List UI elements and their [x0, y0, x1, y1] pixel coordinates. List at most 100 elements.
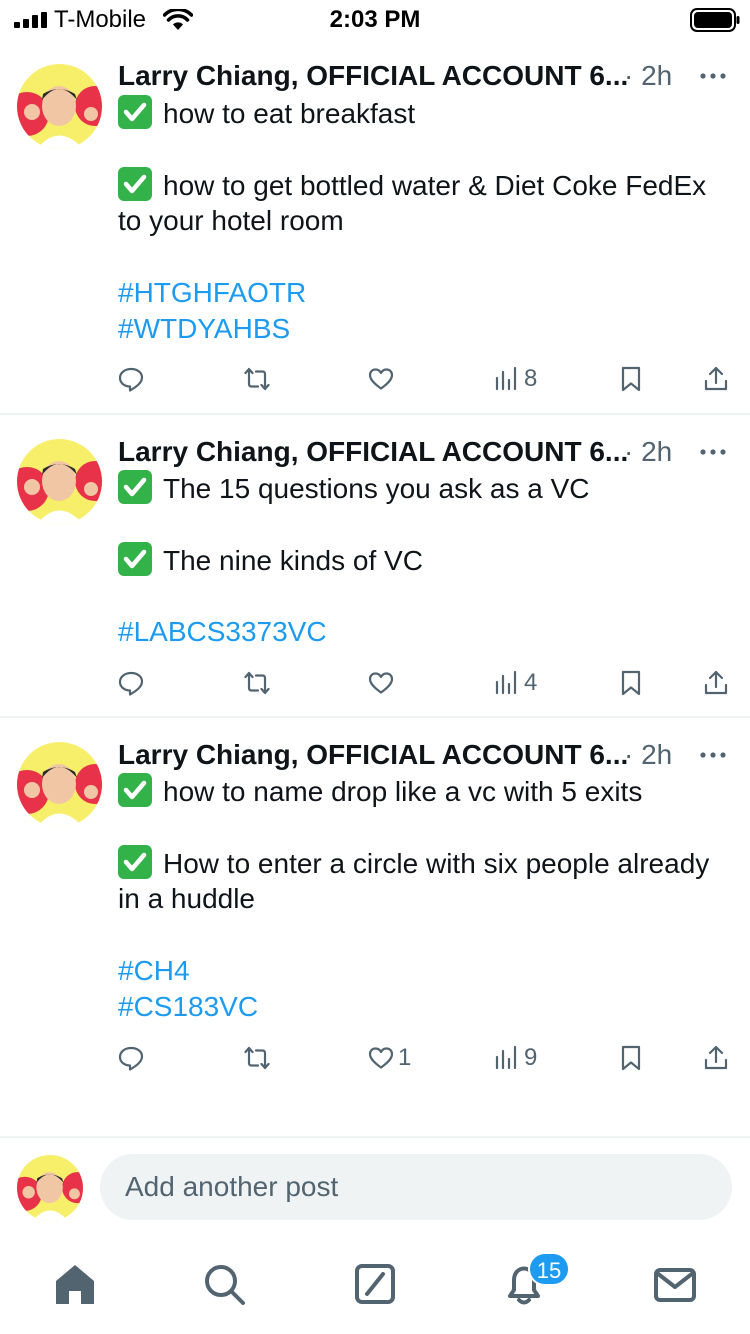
avatar[interactable] — [17, 64, 102, 149]
more-options-icon[interactable] — [698, 440, 728, 464]
reply-icon — [118, 1046, 144, 1071]
post-time: · 2h — [624, 60, 673, 91]
check-mark-icon — [118, 470, 152, 504]
bookmark-icon — [621, 1045, 641, 1071]
hashtag-link[interactable]: #LABCS3373VC — [118, 614, 327, 650]
reply-divider — [0, 1136, 750, 1138]
bottom-tab-bar — [0, 1248, 750, 1334]
reply-button[interactable] — [118, 1038, 144, 1078]
avatar-photo — [17, 742, 102, 827]
bookmark-button[interactable] — [618, 1038, 644, 1078]
views-bar-chart-icon — [495, 1045, 517, 1070]
hashtag-link[interactable]: #CS183VC — [118, 989, 258, 1025]
post-actions: 4 — [0, 663, 750, 703]
post[interactable]: Larry Chiang, OFFICIAL ACCOUNT 6... · 2h… — [0, 718, 750, 1118]
post-text: The nine kinds of VC — [163, 545, 423, 576]
post-header: Larry Chiang, OFFICIAL ACCOUNT 6... · 2h — [118, 737, 730, 777]
views-button[interactable]: 8 — [494, 359, 537, 399]
share-button[interactable] — [703, 663, 729, 703]
view-count: 4 — [524, 669, 538, 696]
heart-icon — [368, 1047, 394, 1069]
post-time: · 2h — [624, 739, 673, 770]
heart-icon — [368, 368, 394, 390]
hashtag-link[interactable]: #CH4 — [118, 953, 190, 989]
repost-icon — [244, 367, 270, 391]
like-button[interactable]: 1 — [368, 1038, 411, 1078]
share-icon — [704, 1045, 728, 1070]
like-button[interactable] — [368, 663, 398, 703]
view-count: 9 — [524, 1044, 538, 1071]
post-text-line: how to get bottled water & Diet Coke Fed… — [118, 167, 706, 204]
views-button[interactable]: 9 — [494, 1038, 537, 1078]
reply-button[interactable] — [118, 359, 144, 399]
bookmark-icon — [621, 366, 641, 392]
post-actions: 1 9 — [0, 1038, 750, 1078]
check-mark-icon — [118, 542, 152, 576]
more-options-icon[interactable] — [698, 743, 728, 767]
share-icon — [704, 670, 728, 695]
post-text-line: How to enter a circle with six people al… — [118, 845, 709, 882]
search-icon[interactable] — [200, 1260, 248, 1308]
post-text-line: The nine kinds of VC — [118, 542, 423, 579]
share-button[interactable] — [703, 359, 729, 399]
hashtag-link[interactable]: #WTDYAHBS — [118, 311, 290, 347]
avatar[interactable] — [17, 439, 102, 524]
post-header: Larry Chiang, OFFICIAL ACCOUNT 6... · 2h — [118, 434, 730, 474]
post-header: Larry Chiang, OFFICIAL ACCOUNT 6... · 2h — [118, 58, 730, 98]
repost-icon — [244, 1046, 270, 1070]
check-mark-icon — [118, 773, 152, 807]
author-name[interactable]: Larry Chiang, OFFICIAL ACCOUNT 6... — [118, 58, 628, 94]
avatar[interactable] — [17, 742, 102, 827]
reply-icon — [118, 367, 144, 392]
post-text: to your hotel room — [118, 205, 344, 236]
view-count: 8 — [524, 365, 538, 392]
check-mark-icon — [118, 845, 152, 879]
post-text: in a huddle — [118, 883, 256, 914]
repost-button[interactable] — [244, 1038, 270, 1078]
my-avatar[interactable] — [17, 1155, 83, 1221]
share-icon — [704, 366, 728, 391]
bookmark-button[interactable] — [618, 359, 644, 399]
post-text-line: The 15 questions you ask as a VC — [118, 470, 589, 507]
avatar-photo — [17, 1155, 83, 1221]
avatar-photo — [17, 439, 102, 524]
post-text: How to enter a circle with six people al… — [163, 848, 710, 879]
post-text: The 15 questions you ask as a VC — [163, 473, 590, 504]
post-text-line: in a huddle — [118, 881, 255, 917]
check-mark-icon — [118, 95, 152, 129]
repost-icon — [244, 671, 270, 695]
bookmark-button[interactable] — [618, 663, 644, 703]
post[interactable]: Larry Chiang, OFFICIAL ACCOUNT 6... · 2h… — [0, 415, 750, 716]
share-button[interactable] — [703, 1038, 729, 1078]
views-bar-chart-icon — [495, 670, 517, 695]
post-text-line: how to eat breakfast — [118, 95, 415, 132]
like-button[interactable] — [368, 359, 398, 399]
bookmark-icon — [621, 670, 641, 696]
repost-button[interactable] — [244, 359, 270, 399]
heart-icon — [368, 672, 394, 694]
author-name[interactable]: Larry Chiang, OFFICIAL ACCOUNT 6... — [118, 434, 628, 470]
post-actions: 8 — [0, 359, 750, 399]
repost-button[interactable] — [244, 663, 270, 703]
add-another-post-input[interactable]: Add another post — [100, 1154, 732, 1220]
reply-icon — [118, 671, 144, 696]
reply-button[interactable] — [118, 663, 144, 703]
post-time: · 2h — [624, 436, 673, 467]
like-count: 1 — [398, 1044, 412, 1071]
views-button[interactable]: 4 — [494, 663, 537, 703]
post[interactable]: Larry Chiang, OFFICIAL ACCOUNT 6... · 2h… — [0, 0, 750, 414]
views-bar-chart-icon — [495, 366, 517, 391]
post-text-line: to your hotel room — [118, 203, 344, 239]
grok-compose-icon[interactable] — [351, 1260, 399, 1308]
post-text: how to get bottled water & Diet Coke Fed… — [163, 170, 707, 201]
post-text-line: how to name drop like a vc with 5 exits — [118, 773, 642, 810]
messages-envelope-icon[interactable] — [651, 1260, 699, 1308]
home-icon[interactable] — [51, 1260, 99, 1308]
post-text: how to eat breakfast — [163, 98, 416, 129]
post-text: how to name drop like a vc with 5 exits — [163, 776, 643, 807]
more-options-icon[interactable] — [698, 64, 728, 88]
notifications-badge: 15 — [528, 1252, 570, 1286]
hashtag-link[interactable]: #HTGHFAOTR — [118, 275, 306, 311]
author-name[interactable]: Larry Chiang, OFFICIAL ACCOUNT 6... — [118, 737, 628, 773]
check-mark-icon — [118, 167, 152, 201]
